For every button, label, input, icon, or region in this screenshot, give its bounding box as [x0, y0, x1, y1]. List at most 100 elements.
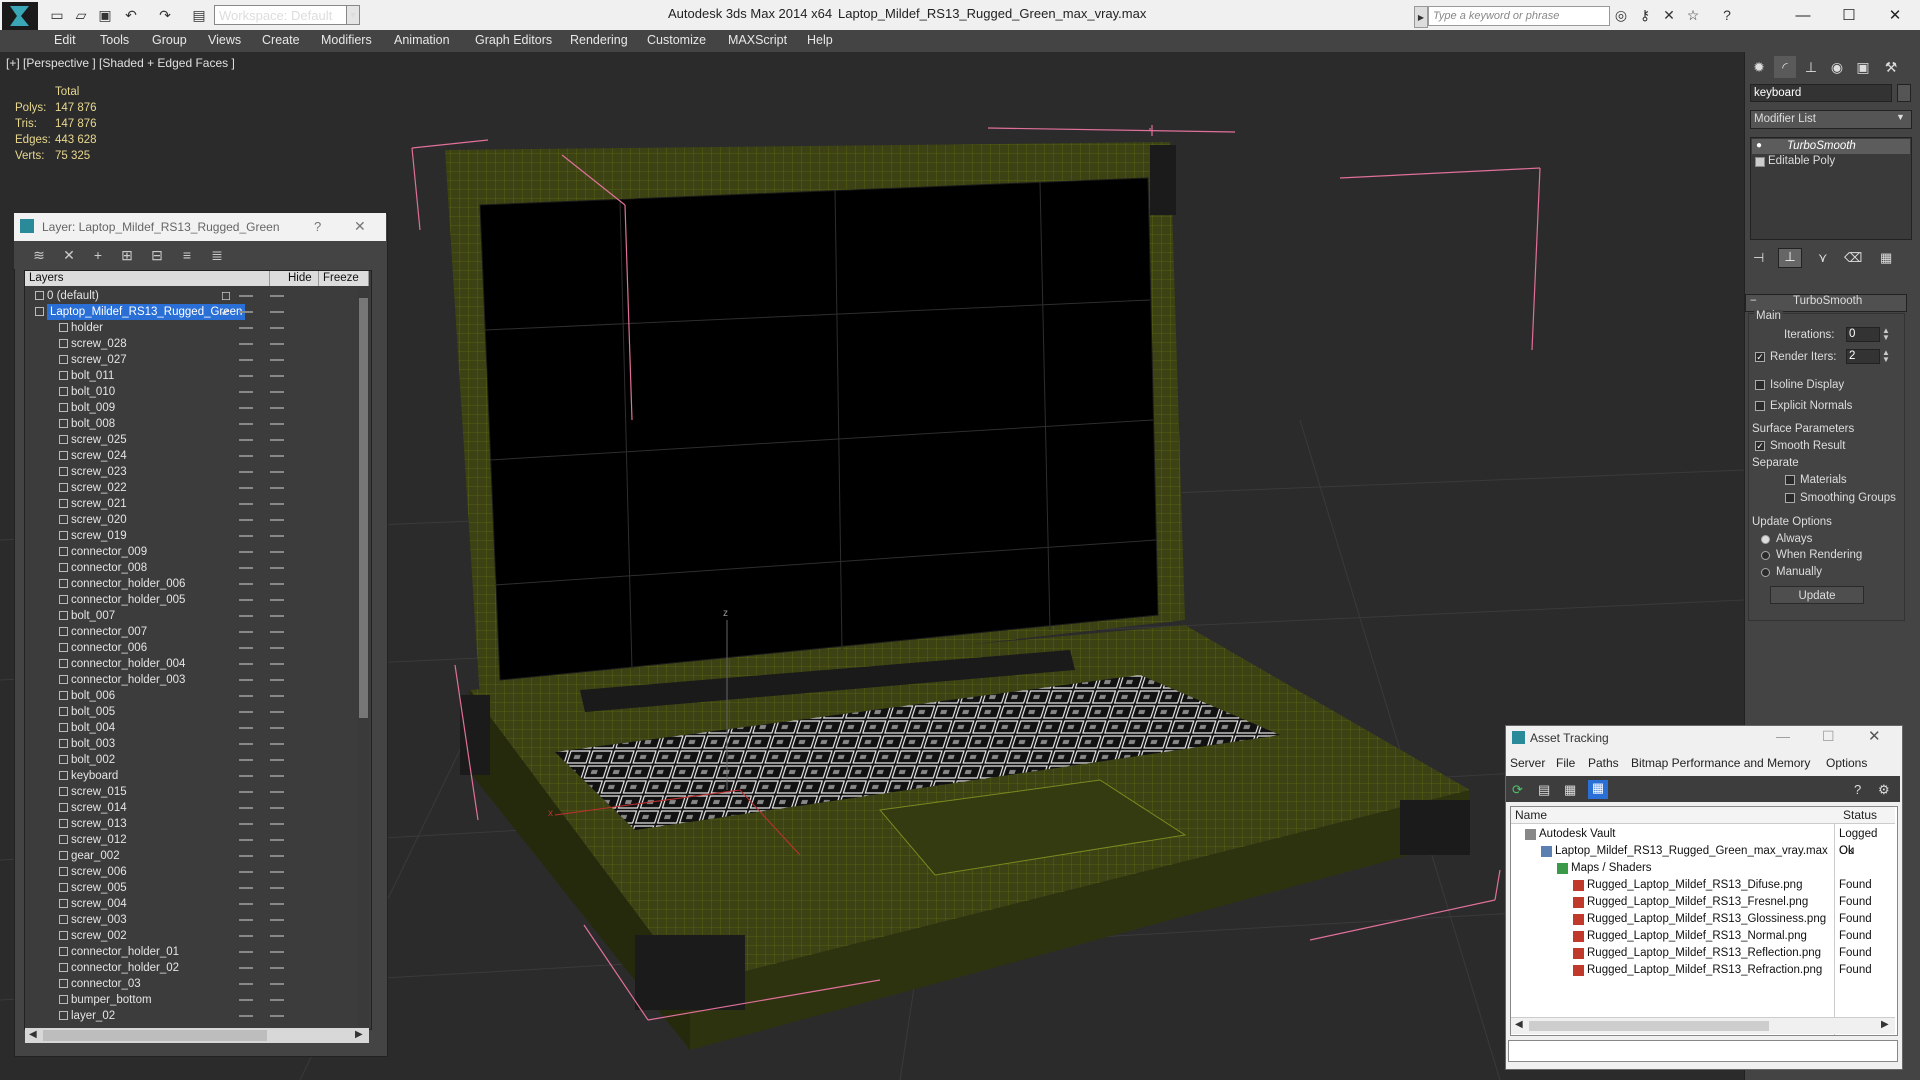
stack-item-editable-poly[interactable]: Editable Poly — [1768, 155, 1835, 167]
hide-toggle[interactable] — [239, 391, 253, 393]
layer-row[interactable]: bolt_011 — [25, 368, 369, 384]
hide-toggle[interactable] — [239, 887, 253, 889]
layer-checkbox-icon[interactable]: ☐ — [221, 289, 231, 305]
pin-stack-icon[interactable]: ⊣ — [1753, 250, 1764, 266]
asset-menu-paths[interactable]: Paths — [1588, 756, 1619, 770]
freeze-toggle[interactable] — [270, 551, 284, 553]
iterations-spinner[interactable]: ▲ ▼ — [1882, 327, 1890, 342]
layer-row[interactable]: bolt_006 — [25, 688, 369, 704]
asset-row[interactable]: Maps / Shaders — [1511, 860, 1895, 877]
hide-toggle[interactable] — [239, 967, 253, 969]
expand-plus-icon[interactable] — [1755, 157, 1765, 167]
add-to-layer-icon[interactable]: + — [89, 246, 107, 264]
app-logo[interactable] — [2, 2, 38, 30]
layer-row[interactable]: screw_003 — [25, 912, 369, 928]
hide-toggle[interactable] — [239, 615, 253, 617]
project-folder-icon[interactable]: ▤ — [190, 6, 208, 24]
freeze-toggle[interactable] — [270, 711, 284, 713]
always-radio[interactable] — [1761, 535, 1770, 544]
hide-toggle[interactable] — [239, 679, 253, 681]
freeze-toggle[interactable] — [270, 839, 284, 841]
undo-icon[interactable]: ↶ — [122, 6, 140, 24]
layer-row[interactable]: screw_006 — [25, 864, 369, 880]
freeze-toggle[interactable] — [270, 615, 284, 617]
settings-icon[interactable]: ⚙ — [1878, 782, 1890, 798]
layer-row[interactable]: screw_023 — [25, 464, 369, 480]
asset-row[interactable]: Rugged_Laptop_Mildef_RS13_Reflection.png… — [1511, 945, 1895, 962]
minimize-button[interactable]: — — [1776, 728, 1790, 744]
hide-toggle[interactable] — [239, 1015, 253, 1017]
freeze-toggle[interactable] — [270, 519, 284, 521]
refresh-icon[interactable]: ⟳ — [1512, 782, 1523, 798]
menu-create[interactable]: Create — [262, 33, 300, 47]
layer-row[interactable]: connector_holder_003 — [25, 672, 369, 688]
hide-toggle[interactable] — [239, 631, 253, 633]
menu-rendering[interactable]: Rendering — [570, 33, 628, 47]
object-name-field[interactable]: keyboard — [1750, 84, 1892, 102]
hide-toggle[interactable] — [239, 567, 253, 569]
hide-toggle[interactable] — [239, 407, 253, 409]
close-icon[interactable]: ✕ — [354, 218, 366, 235]
freeze-toggle[interactable] — [270, 503, 284, 505]
freeze-toggle[interactable] — [270, 311, 284, 313]
hide-toggle[interactable] — [239, 503, 253, 505]
layer-row[interactable]: bolt_010 — [25, 384, 369, 400]
scroll-right-icon[interactable]: ▶ — [355, 1029, 363, 1040]
freeze-toggle[interactable] — [270, 727, 284, 729]
asset-row[interactable]: Rugged_Laptop_Mildef_RS13_Difuse.png Foun… — [1511, 877, 1895, 894]
layer-row[interactable]: screw_027 — [25, 352, 369, 368]
modify-tab-icon[interactable]: ◜ — [1774, 56, 1796, 78]
hide-toggle[interactable] — [239, 327, 253, 329]
freeze-toggle[interactable] — [270, 743, 284, 745]
layer-row[interactable]: connector_006 — [25, 640, 369, 656]
freeze-toggle[interactable] — [270, 407, 284, 409]
freeze-toggle[interactable] — [270, 999, 284, 1001]
layer-row[interactable]: connector_008 — [25, 560, 369, 576]
render-iters-checkbox[interactable]: ✓ — [1755, 352, 1765, 362]
scroll-right-icon[interactable]: ▶ — [1881, 1019, 1889, 1030]
layer-panel-titlebar[interactable]: Layer: Laptop_Mildef_RS13_Rugged_Green ?… — [14, 213, 386, 241]
layer-row[interactable]: connector_009 — [25, 544, 369, 560]
layer-row[interactable]: screw_002 — [25, 928, 369, 944]
asset-row[interactable]: Rugged_Laptop_Mildef_RS13_Glossiness.png… — [1511, 911, 1895, 928]
hide-toggle[interactable] — [239, 519, 253, 521]
materials-checkbox[interactable] — [1785, 475, 1795, 485]
freeze-toggle[interactable] — [270, 535, 284, 537]
layer-row[interactable]: 0 (default) ☐ — [25, 288, 369, 304]
modifier-list-dropdown[interactable]: Modifier List — [1750, 110, 1912, 129]
layer-row[interactable]: holder — [25, 320, 369, 336]
layer-row[interactable]: screw_020 — [25, 512, 369, 528]
layer-row[interactable]: screw_013 — [25, 816, 369, 832]
col-hide[interactable]: Hide — [284, 271, 319, 286]
asset-row[interactable]: Autodesk Vault Logged Ou — [1511, 826, 1895, 857]
maximize-button[interactable]: ☐ — [1822, 728, 1835, 745]
smoothing-groups-checkbox[interactable] — [1785, 493, 1795, 503]
layer-row[interactable]: Laptop_Mildef_RS13_Rugged_Green ✔ — [25, 304, 369, 320]
hide-toggle[interactable] — [239, 455, 253, 457]
delete-layer-icon[interactable]: ✕ — [60, 246, 78, 264]
layer-row[interactable]: gear_002 — [25, 848, 369, 864]
tools-icon[interactable]: ✕ — [1660, 6, 1678, 24]
rollout-collapse-icon[interactable]: − — [1750, 295, 1757, 307]
freeze-toggle[interactable] — [270, 775, 284, 777]
freeze-toggle[interactable] — [270, 919, 284, 921]
layer-row[interactable]: screw_024 — [25, 448, 369, 464]
remove-modifier-icon[interactable]: ⌫ — [1844, 250, 1862, 266]
freeze-toggle[interactable] — [270, 599, 284, 601]
layer-row[interactable]: layer_02 — [25, 1008, 369, 1024]
freeze-toggle[interactable] — [270, 487, 284, 489]
when-rendering-radio[interactable] — [1761, 551, 1770, 560]
asset-row[interactable]: Rugged_Laptop_Mildef_RS13_Normal.png Foun… — [1511, 928, 1895, 945]
freeze-toggle[interactable] — [270, 359, 284, 361]
asset-menu-file[interactable]: File — [1556, 756, 1575, 770]
freeze-toggle[interactable] — [270, 471, 284, 473]
freeze-toggle[interactable] — [270, 583, 284, 585]
menu-edit[interactable]: Edit — [54, 33, 76, 47]
hide-toggle[interactable] — [239, 855, 253, 857]
iterations-input[interactable]: 0 — [1846, 327, 1880, 342]
freeze-toggle[interactable] — [270, 807, 284, 809]
freeze-toggle[interactable] — [270, 1015, 284, 1017]
asset-menu-server[interactable]: Server — [1510, 756, 1545, 770]
layer-row[interactable]: keyboard — [25, 768, 369, 784]
menu-animation[interactable]: Animation — [394, 33, 450, 47]
